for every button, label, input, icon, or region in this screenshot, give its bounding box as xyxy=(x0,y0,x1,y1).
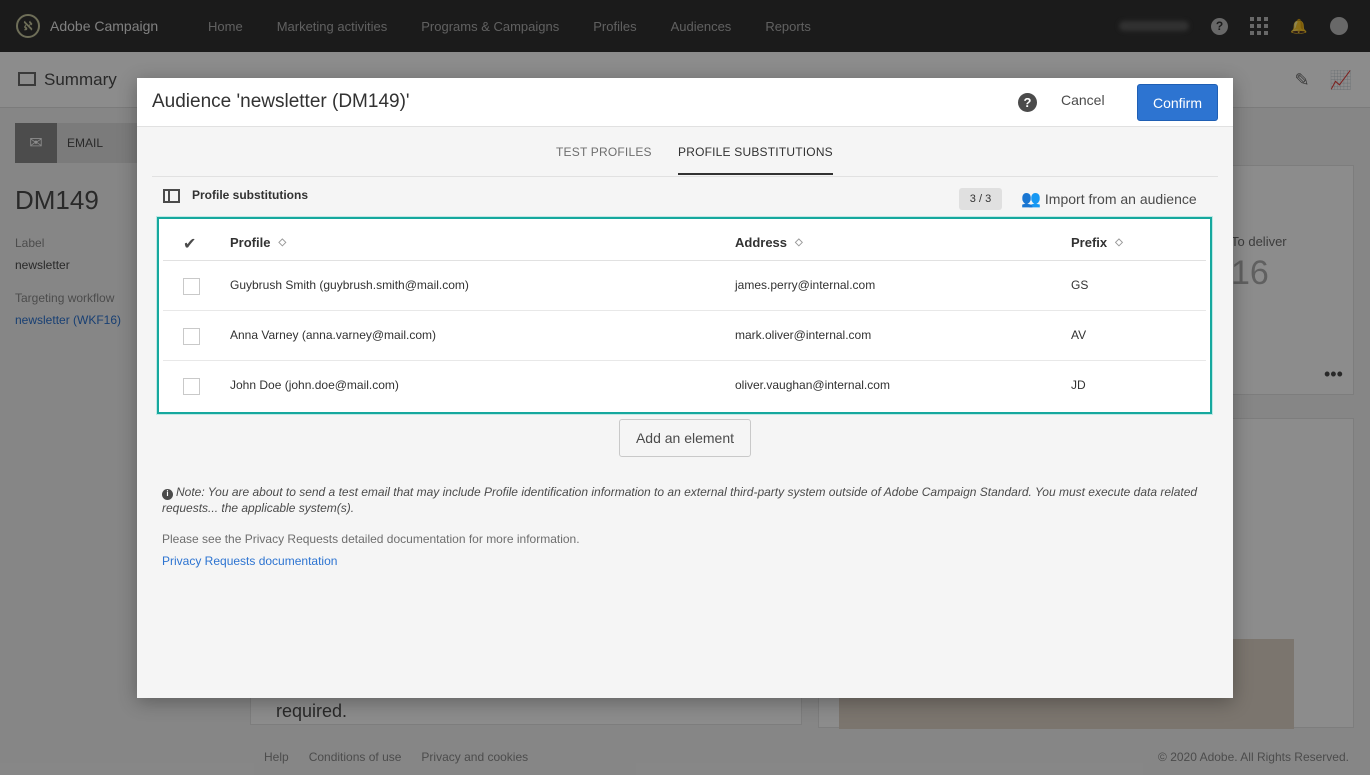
table-row[interactable]: Anna Varney (anna.varney@mail.com) mark.… xyxy=(163,311,1206,361)
table-row[interactable]: John Doe (john.doe@mail.com) oliver.vaug… xyxy=(163,361,1206,411)
sort-icon[interactable]: ◇ xyxy=(1115,237,1123,247)
cell-prefix: AV xyxy=(1071,328,1087,342)
tab-test-profiles[interactable]: TEST PROFILES xyxy=(556,145,652,159)
sort-icon[interactable]: ◇ xyxy=(795,237,803,247)
add-element-button[interactable]: Add an element xyxy=(619,419,751,457)
cell-address: oliver.vaughan@internal.com xyxy=(735,378,890,392)
column-header-profile[interactable]: Profile ◇ xyxy=(230,235,286,250)
modal-header: Audience 'newsletter (DM149)' ? Cancel C… xyxy=(137,78,1233,127)
column-header-address[interactable]: Address ◇ xyxy=(735,235,803,250)
tab-profile-substitutions[interactable]: PROFILE SUBSTITUTIONS xyxy=(678,145,833,175)
cell-address: mark.oliver@internal.com xyxy=(735,328,872,342)
audience-modal: Audience 'newsletter (DM149)' ? Cancel C… xyxy=(137,78,1233,698)
row-checkbox[interactable] xyxy=(183,278,200,295)
cell-profile: John Doe (john.doe@mail.com) xyxy=(230,378,399,392)
cell-prefix: JD xyxy=(1071,378,1086,392)
modal-tabs: TEST PROFILES PROFILE SUBSTITUTIONS xyxy=(137,127,1233,176)
table-header: ✔ Profile ◇ Address ◇ Prefix ◇ xyxy=(163,223,1206,261)
row-checkbox[interactable] xyxy=(183,378,200,395)
import-from-audience-button[interactable]: 👥 Import from an audience xyxy=(1021,189,1197,209)
cell-address: james.perry@internal.com xyxy=(735,278,876,292)
privacy-documentation-link[interactable]: Privacy Requests documentation xyxy=(162,554,337,568)
cell-prefix: GS xyxy=(1071,278,1089,292)
people-icon: 👥 xyxy=(1021,191,1041,208)
modal-title: Audience 'newsletter (DM149)' xyxy=(152,91,410,112)
info-icon: i xyxy=(162,488,173,500)
privacy-note: i Note: You are about to send a test emai… xyxy=(162,484,1212,516)
section-title: Profile substitutions xyxy=(192,188,309,202)
cell-profile: Anna Varney (anna.varney@mail.com) xyxy=(230,328,437,342)
tab-divider xyxy=(152,176,1218,177)
help-icon[interactable]: ? xyxy=(1018,93,1037,112)
cell-profile: Guybrush Smith (guybrush.smith@mail.com) xyxy=(230,278,469,292)
note-text: Note: You are about to send a test email… xyxy=(162,485,1198,515)
select-all-checkmark-icon[interactable]: ✔ xyxy=(183,234,196,254)
documentation-hint: Please see the Privacy Requests detailed… xyxy=(162,532,580,546)
count-badge: 3 / 3 xyxy=(959,188,1002,210)
table-row[interactable]: Guybrush Smith (guybrush.smith@mail.com)… xyxy=(163,261,1206,311)
list-panel-icon xyxy=(163,189,180,203)
cancel-button[interactable]: Cancel xyxy=(1061,92,1105,108)
column-header-prefix[interactable]: Prefix ◇ xyxy=(1071,235,1123,250)
import-label: Import from an audience xyxy=(1044,191,1197,207)
confirm-button[interactable]: Confirm xyxy=(1137,84,1218,121)
sort-icon[interactable]: ◇ xyxy=(278,237,286,247)
profile-substitutions-table: ✔ Profile ◇ Address ◇ Prefix ◇ Guybrush Smi… xyxy=(157,217,1212,414)
row-checkbox[interactable] xyxy=(183,328,200,345)
